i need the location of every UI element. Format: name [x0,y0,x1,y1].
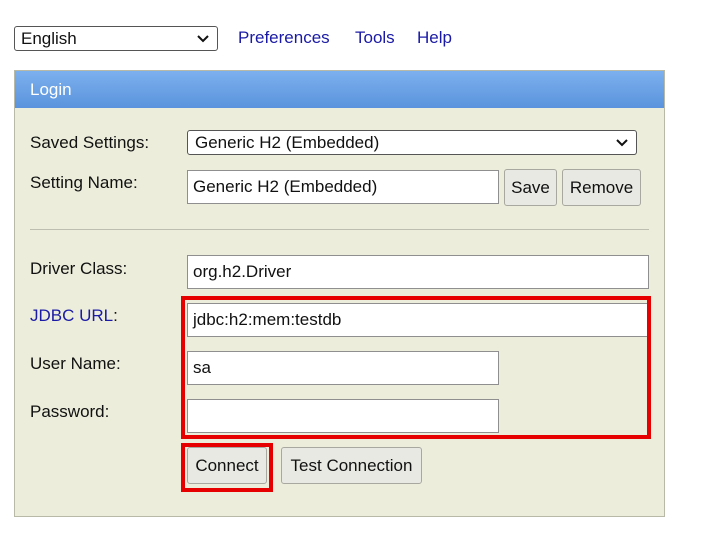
user-name-label: User Name: [30,354,121,373]
setting-name-label: Setting Name: [30,173,138,192]
user-name-input[interactable]: sa [187,351,499,385]
saved-settings-select[interactable]: Generic H2 (Embedded) [187,130,637,155]
test-connection-button[interactable]: Test Connection [281,447,422,484]
driver-class-label: Driver Class: [30,259,128,278]
preferences-link[interactable]: Preferences [238,28,330,48]
panel-title: Login [30,79,72,99]
setting-name-input[interactable]: Generic H2 (Embedded) [187,170,499,204]
login-panel: Login Saved Settings: Generic H2 (Embedd… [14,70,665,517]
jdbc-url-colon: : [113,306,118,325]
saved-settings-value: Generic H2 (Embedded) [195,132,380,152]
password-input[interactable] [187,399,499,433]
chevron-down-icon [616,139,628,147]
remove-button[interactable]: Remove [562,169,641,206]
password-label: Password: [30,402,110,421]
tools-link[interactable]: Tools [355,28,395,48]
help-link[interactable]: Help [417,28,452,48]
login-panel-header: Login [15,71,664,108]
divider [30,229,649,230]
jdbc-url-link[interactable]: JDBC URL [30,306,113,325]
driver-class-input[interactable]: org.h2.Driver [187,255,649,289]
language-select-value: English [21,28,77,48]
jdbc-url-input[interactable]: jdbc:h2:mem:testdb [187,303,649,337]
save-button[interactable]: Save [504,169,557,206]
jdbc-url-label: JDBC URL: [30,306,118,326]
chevron-down-icon [197,35,209,43]
language-select[interactable]: English [14,26,218,51]
connect-button[interactable]: Connect [187,447,267,484]
saved-settings-label: Saved Settings: [30,133,150,152]
